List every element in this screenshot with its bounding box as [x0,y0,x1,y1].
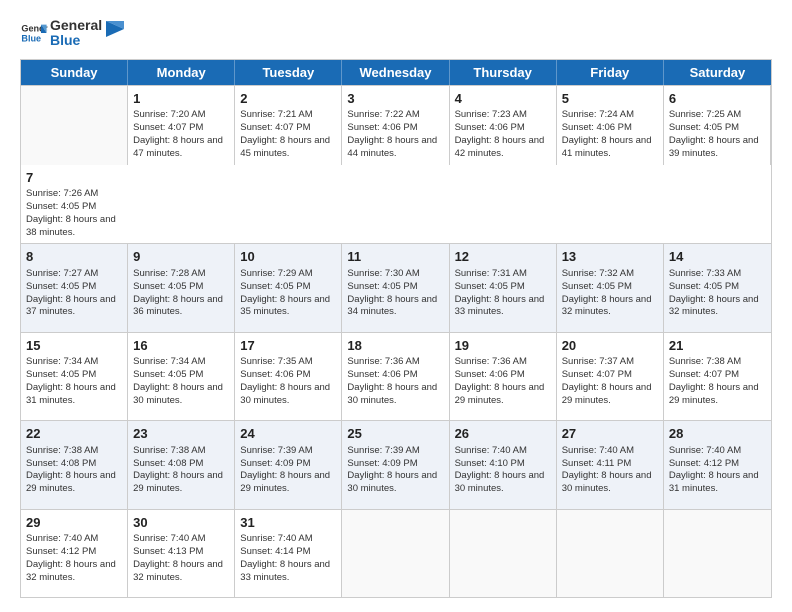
calendar-day-30: 30Sunrise: 7:40 AMSunset: 4:13 PMDayligh… [128,510,235,597]
empty-cell [21,86,128,165]
empty-cell [664,510,771,597]
calendar-day-10: 10Sunrise: 7:29 AMSunset: 4:05 PMDayligh… [235,244,342,331]
calendar-day-21: 21Sunrise: 7:38 AMSunset: 4:07 PMDayligh… [664,333,771,420]
calendar-body: 1Sunrise: 7:20 AMSunset: 4:07 PMDaylight… [21,85,771,597]
calendar-day-11: 11Sunrise: 7:30 AMSunset: 4:05 PMDayligh… [342,244,449,331]
calendar-day-18: 18Sunrise: 7:36 AMSunset: 4:06 PMDayligh… [342,333,449,420]
logo-icon: General Blue [20,19,48,47]
day-header-sunday: Sunday [21,60,128,85]
calendar-day-15: 15Sunrise: 7:34 AMSunset: 4:05 PMDayligh… [21,333,128,420]
day-header-tuesday: Tuesday [235,60,342,85]
day-header-friday: Friday [557,60,664,85]
calendar-day-24: 24Sunrise: 7:39 AMSunset: 4:09 PMDayligh… [235,421,342,508]
calendar-day-29: 29Sunrise: 7:40 AMSunset: 4:12 PMDayligh… [21,510,128,597]
calendar-day-8: 8Sunrise: 7:27 AMSunset: 4:05 PMDaylight… [21,244,128,331]
header: General Blue General Blue [20,18,772,49]
page: General Blue General Blue SundayMondayTu… [0,0,792,612]
logo-blue: Blue [50,33,102,48]
empty-cell [557,510,664,597]
empty-cell [342,510,449,597]
logo-flag-icon [104,19,126,47]
empty-cell [450,510,557,597]
calendar-day-6: 6Sunrise: 7:25 AMSunset: 4:05 PMDaylight… [664,86,771,165]
calendar-week-4: 22Sunrise: 7:38 AMSunset: 4:08 PMDayligh… [21,420,771,508]
calendar-day-13: 13Sunrise: 7:32 AMSunset: 4:05 PMDayligh… [557,244,664,331]
calendar-week-1: 1Sunrise: 7:20 AMSunset: 4:07 PMDaylight… [21,85,771,244]
calendar-week-5: 29Sunrise: 7:40 AMSunset: 4:12 PMDayligh… [21,509,771,597]
calendar-day-12: 12Sunrise: 7:31 AMSunset: 4:05 PMDayligh… [450,244,557,331]
calendar-day-3: 3Sunrise: 7:22 AMSunset: 4:06 PMDaylight… [342,86,449,165]
calendar-day-27: 27Sunrise: 7:40 AMSunset: 4:11 PMDayligh… [557,421,664,508]
calendar-week-3: 15Sunrise: 7:34 AMSunset: 4:05 PMDayligh… [21,332,771,420]
logo: General Blue General Blue [20,18,126,49]
calendar-day-4: 4Sunrise: 7:23 AMSunset: 4:06 PMDaylight… [450,86,557,165]
day-header-wednesday: Wednesday [342,60,449,85]
calendar-day-26: 26Sunrise: 7:40 AMSunset: 4:10 PMDayligh… [450,421,557,508]
calendar-day-23: 23Sunrise: 7:38 AMSunset: 4:08 PMDayligh… [128,421,235,508]
calendar-day-22: 22Sunrise: 7:38 AMSunset: 4:08 PMDayligh… [21,421,128,508]
day-header-saturday: Saturday [664,60,771,85]
svg-text:Blue: Blue [21,34,41,44]
calendar-week-2: 8Sunrise: 7:27 AMSunset: 4:05 PMDaylight… [21,243,771,331]
calendar-day-25: 25Sunrise: 7:39 AMSunset: 4:09 PMDayligh… [342,421,449,508]
calendar-day-9: 9Sunrise: 7:28 AMSunset: 4:05 PMDaylight… [128,244,235,331]
calendar-day-17: 17Sunrise: 7:35 AMSunset: 4:06 PMDayligh… [235,333,342,420]
calendar-day-7: 7Sunrise: 7:26 AMSunset: 4:05 PMDaylight… [21,165,128,244]
calendar-day-16: 16Sunrise: 7:34 AMSunset: 4:05 PMDayligh… [128,333,235,420]
calendar-day-28: 28Sunrise: 7:40 AMSunset: 4:12 PMDayligh… [664,421,771,508]
calendar-day-31: 31Sunrise: 7:40 AMSunset: 4:14 PMDayligh… [235,510,342,597]
calendar-day-14: 14Sunrise: 7:33 AMSunset: 4:05 PMDayligh… [664,244,771,331]
calendar-day-20: 20Sunrise: 7:37 AMSunset: 4:07 PMDayligh… [557,333,664,420]
logo-general: General [50,18,102,33]
calendar-header-row: SundayMondayTuesdayWednesdayThursdayFrid… [21,60,771,85]
calendar-day-5: 5Sunrise: 7:24 AMSunset: 4:06 PMDaylight… [557,86,664,165]
calendar-day-1: 1Sunrise: 7:20 AMSunset: 4:07 PMDaylight… [128,86,235,165]
calendar: SundayMondayTuesdayWednesdayThursdayFrid… [20,59,772,598]
calendar-day-19: 19Sunrise: 7:36 AMSunset: 4:06 PMDayligh… [450,333,557,420]
day-header-monday: Monday [128,60,235,85]
calendar-day-2: 2Sunrise: 7:21 AMSunset: 4:07 PMDaylight… [235,86,342,165]
day-header-thursday: Thursday [450,60,557,85]
